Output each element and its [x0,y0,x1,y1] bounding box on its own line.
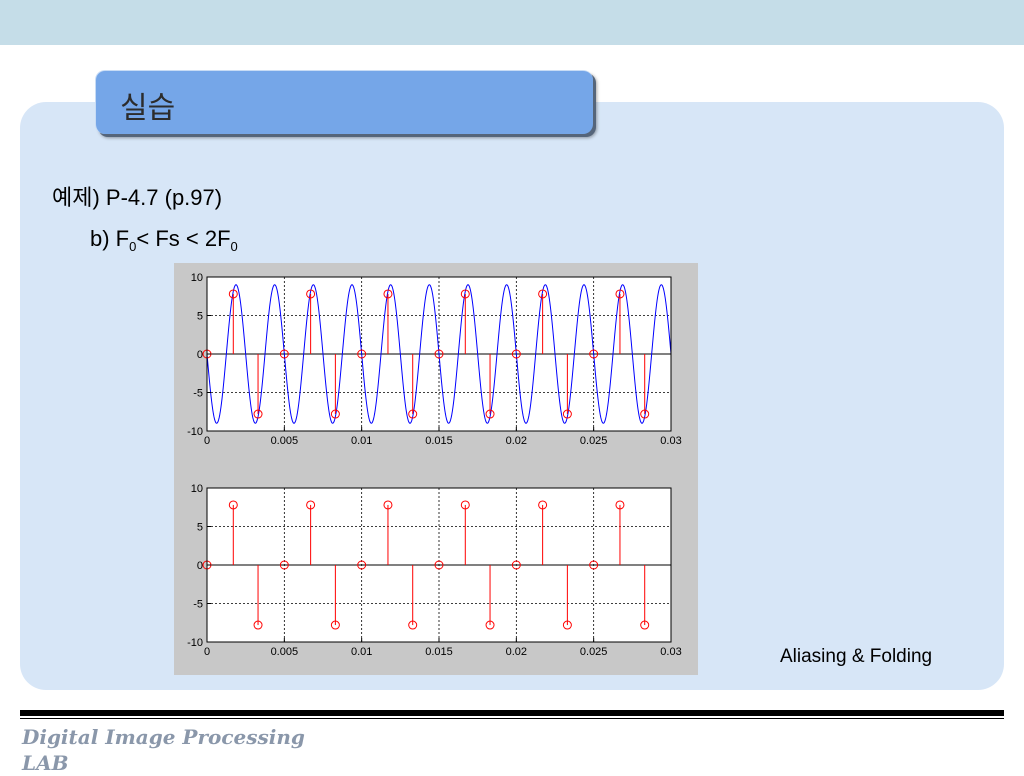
footer-lab-name: Digital Image Processing LAB [22,724,305,776]
footer-line-2: LAB [22,751,69,775]
x-tick-label: 0.01 [351,435,372,447]
x-tick-label: 0.02 [506,646,527,658]
y-tick-label: 0 [197,349,203,361]
y-tick-label: -10 [187,637,203,649]
caption: Aliasing & Folding [780,646,933,667]
x-tick-label: 0 [204,646,210,658]
x-tick-label: 0.03 [660,435,681,447]
x-tick-label: 0.005 [271,435,299,447]
figure-svg: 0 0.005 0.01 0.015 0.02 0.025 0.031050-5-100 0.… [187,272,682,658]
condition-prefix: b) F [90,226,130,251]
x-tick-label: 0.03 [660,646,681,658]
footer-line-1: Digital Image Processing [22,725,305,749]
matlab-figure: 0 0.005 0.01 0.015 0.02 0.025 0.03 10 5 0 -5 -10 0 0.… [174,263,698,675]
footer-rule [20,710,1004,716]
title-box: 실습 [95,70,593,134]
condition-text: b) F0< Fs < 2F0 [90,226,238,254]
y-tick-label: -5 [193,388,203,400]
x-tick-label: 0 [204,435,210,447]
x-tick-label: 0.025 [580,435,608,447]
x-tick-label: 0.01 [351,646,372,658]
y-tick-label: -5 [193,599,203,611]
y-tick-label: 10 [191,483,203,495]
y-tick-label: 5 [197,522,203,534]
y-tick-label: 0 [197,560,203,572]
x-tick-label: 0.005 [271,646,299,658]
footer-rule-thin [20,718,1004,719]
y-tick-label: -10 [187,426,203,438]
x-tick-label: 0.015 [425,435,453,447]
x-tick-label: 0.02 [506,435,527,447]
condition-sub2: 0 [230,239,238,254]
slide-title: 실습 [120,91,176,126]
x-tick-label: 0.015 [425,646,453,658]
y-tick-label: 5 [197,311,203,323]
x-tick-label: 0.025 [580,646,608,658]
top-banner [0,0,1024,45]
condition-mid: < Fs < 2F [136,226,231,251]
example-reference: 예제) P-4.7 (p.97) [52,185,223,210]
y-tick-label: 10 [191,272,203,284]
